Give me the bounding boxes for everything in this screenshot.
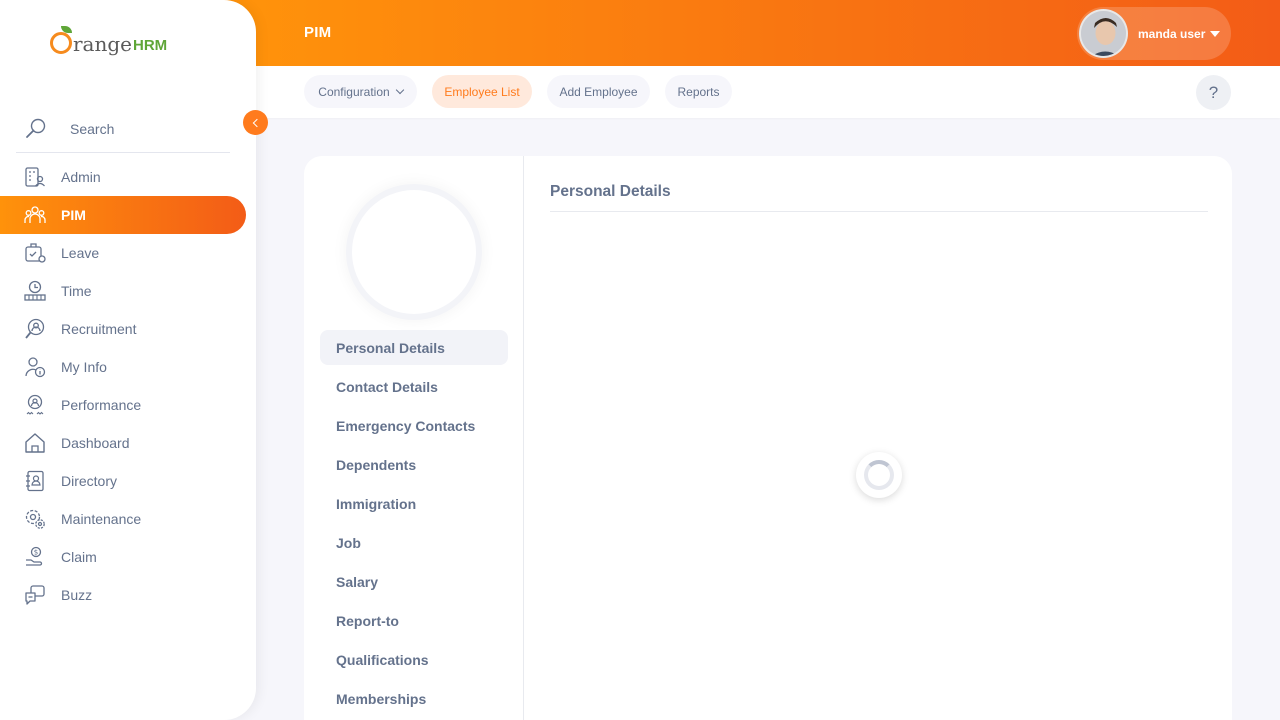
sidebar-item-recruitment[interactable]: Recruitment bbox=[0, 310, 246, 348]
maintenance-icon bbox=[24, 508, 46, 530]
tab-report-to[interactable]: Report-to bbox=[320, 603, 508, 638]
tab-dependents[interactable]: Dependents bbox=[320, 447, 508, 482]
claim-icon: $ bbox=[24, 546, 46, 568]
tab-memberships[interactable]: Memberships bbox=[320, 681, 508, 716]
avatar bbox=[1079, 9, 1128, 58]
my-info-icon bbox=[24, 356, 46, 378]
tab-contact-details[interactable]: Contact Details bbox=[320, 369, 508, 404]
leave-icon bbox=[24, 242, 46, 264]
sidebar-collapse-button[interactable] bbox=[243, 110, 268, 135]
chevron-left-icon bbox=[252, 118, 261, 127]
sidebar-item-buzz[interactable]: Buzz bbox=[0, 576, 246, 614]
search-label: Search bbox=[70, 121, 115, 137]
sidebar-item-leave[interactable]: Leave bbox=[0, 234, 246, 272]
sidebar-item-pim[interactable]: PIM bbox=[0, 196, 246, 234]
tab-employee-list[interactable]: Employee List bbox=[432, 75, 532, 108]
main-menu: Admin PIM Leave Time Recruitment My Info… bbox=[0, 158, 246, 614]
caret-down-icon bbox=[1210, 30, 1221, 37]
sidebar-item-time[interactable]: Time bbox=[0, 272, 246, 310]
sidebar-item-claim[interactable]: $ Claim bbox=[0, 538, 246, 576]
sidebar-item-performance[interactable]: Performance bbox=[0, 386, 246, 424]
divider bbox=[550, 211, 1208, 212]
sidebar-item-admin[interactable]: Admin bbox=[0, 158, 246, 196]
sidebar-item-my-info[interactable]: My Info bbox=[0, 348, 246, 386]
tab-salary[interactable]: Salary bbox=[320, 564, 508, 599]
tab-emergency-contacts[interactable]: Emergency Contacts bbox=[320, 408, 508, 443]
top-subnav: Configuration Employee List Add Employee… bbox=[256, 66, 1280, 118]
section-title: Personal Details bbox=[550, 183, 671, 200]
profile-tabs: Personal Details Contact Details Emergen… bbox=[320, 330, 508, 720]
module-title: PIM bbox=[304, 24, 332, 41]
tab-add-employee[interactable]: Add Employee bbox=[547, 75, 650, 108]
brand-logo: range HRM bbox=[50, 26, 167, 54]
chevron-down-icon bbox=[395, 85, 404, 94]
sidebar-search[interactable]: Search bbox=[16, 106, 230, 153]
loading-spinner bbox=[856, 452, 902, 498]
svg-text:$: $ bbox=[34, 549, 38, 557]
tab-qualifications[interactable]: Qualifications bbox=[320, 642, 508, 677]
logo-mark bbox=[50, 26, 72, 54]
spinner-icon bbox=[864, 460, 894, 490]
sidebar: range HRM Search Admin PIM Leave Time Re… bbox=[0, 0, 256, 720]
sidebar-item-maintenance[interactable]: Maintenance bbox=[0, 500, 246, 538]
user-name: manda user bbox=[1138, 26, 1206, 41]
profile-side-panel: Personal Details Contact Details Emergen… bbox=[304, 156, 524, 720]
dashboard-icon bbox=[24, 432, 46, 454]
directory-icon bbox=[24, 470, 46, 492]
configuration-menu[interactable]: Configuration bbox=[304, 75, 417, 108]
employee-photo[interactable] bbox=[352, 190, 476, 314]
admin-icon bbox=[24, 166, 46, 188]
time-icon bbox=[24, 280, 46, 302]
pim-icon bbox=[24, 204, 46, 226]
search-icon bbox=[26, 118, 46, 138]
buzz-icon bbox=[24, 584, 46, 606]
recruitment-icon bbox=[24, 318, 46, 340]
tab-job[interactable]: Job bbox=[320, 525, 508, 560]
sidebar-item-directory[interactable]: Directory bbox=[0, 462, 246, 500]
user-dropdown[interactable]: manda user bbox=[1077, 7, 1231, 60]
tab-reports[interactable]: Reports bbox=[665, 75, 732, 108]
sidebar-item-dashboard[interactable]: Dashboard bbox=[0, 424, 246, 462]
configuration-label: Configuration bbox=[318, 84, 390, 99]
tab-immigration[interactable]: Immigration bbox=[320, 486, 508, 521]
help-button[interactable]: ? bbox=[1196, 75, 1231, 110]
performance-icon bbox=[24, 394, 46, 416]
tab-personal-details[interactable]: Personal Details bbox=[320, 330, 508, 365]
employee-details-card: Personal Details Contact Details Emergen… bbox=[304, 156, 1232, 720]
